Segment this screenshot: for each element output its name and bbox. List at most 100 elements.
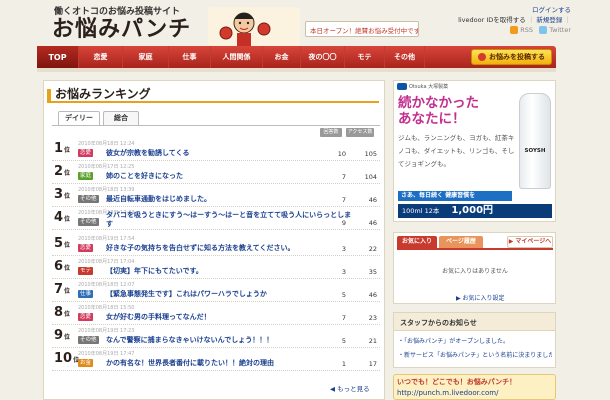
livedoor-id-text[interactable]: livedoor IDを取得する bbox=[458, 16, 526, 24]
ranking-row[interactable]: 10位 2010年08月19日 17:47 お金 かの有名な！世界長者番付に載りたい！… bbox=[52, 348, 380, 371]
post-title-link[interactable]: かの有名な！世界長者番付に載りたい！！絶対の理由 bbox=[106, 358, 348, 368]
ranking-row[interactable]: 2位 2010年08月17日 12:25 家庭 姉のことを好きになった 7 104 bbox=[52, 161, 380, 184]
tab-total[interactable]: 総合 bbox=[103, 111, 139, 125]
ranking-row[interactable]: 7位 2010年08月18日 12:07 仕事 【緊急事態発生です】これはパワーハラで… bbox=[52, 279, 380, 302]
rank-number: 8位 bbox=[54, 305, 71, 320]
comment-count: 7 bbox=[341, 196, 346, 204]
ranking-row[interactable]: 5位 2010年08月19日 17:54 恋愛 好きな子の気持ちを告白せずに知る方法を… bbox=[52, 233, 380, 256]
separator: ｜ bbox=[527, 16, 535, 24]
rank-number: 6位 bbox=[54, 259, 71, 274]
nav-item-money[interactable]: お金 bbox=[263, 46, 301, 68]
tab-favorites[interactable]: お気に入り bbox=[397, 236, 437, 248]
column-header-access: アクセス数 bbox=[346, 128, 374, 137]
site-logo[interactable]: お悩みパンチ bbox=[52, 17, 191, 43]
nav-item-relationships[interactable]: 人間関係 bbox=[211, 46, 263, 68]
rank-number: 1位 bbox=[54, 141, 71, 156]
comment-count: 7 bbox=[341, 314, 346, 322]
category-badge[interactable]: その他 bbox=[78, 336, 99, 344]
category-badge[interactable]: 家庭 bbox=[78, 172, 94, 180]
category-badge[interactable]: 恋愛 bbox=[78, 244, 94, 252]
favorites-settings-label: お気に入り設定 bbox=[462, 295, 505, 302]
arrow-right-icon: ▶ bbox=[508, 238, 514, 245]
post-icon bbox=[478, 53, 486, 61]
comment-count: 9 bbox=[341, 219, 346, 227]
post-title-link[interactable]: 【緊急事態発生です】これはパワーハラでしょうか bbox=[106, 289, 348, 299]
comment-count: 3 bbox=[341, 268, 346, 276]
nav-item-popularity[interactable]: モテ bbox=[345, 46, 385, 68]
mypage-button[interactable]: ▶ マイページへ bbox=[507, 236, 553, 248]
nav-item-work[interactable]: 仕事 bbox=[169, 46, 211, 68]
rank-number: 7位 bbox=[54, 282, 71, 297]
rank-number: 2位 bbox=[54, 164, 71, 179]
post-title-link[interactable]: 【切実】年下にもてたいです。 bbox=[106, 266, 348, 276]
post-date: 2010年08月18日 15:50 bbox=[78, 305, 135, 311]
access-count: 46 bbox=[368, 291, 377, 299]
favorites-settings-link[interactable]: ▶ お気に入り設定 bbox=[456, 293, 505, 302]
tab-daily[interactable]: デイリー bbox=[58, 111, 100, 125]
post-title-link[interactable]: なんで警察に捕まらなきゃいけないんでしょう！！！ bbox=[106, 335, 348, 345]
main-nav: TOP 恋愛 家庭 仕事 人間関係 お金 夜の〇〇 モテ その他 お悩みを投稿す… bbox=[37, 46, 556, 68]
nav-item-family[interactable]: 家庭 bbox=[123, 46, 169, 68]
comment-count: 5 bbox=[341, 337, 346, 345]
staff-notice-item[interactable]: ・「お悩みパンチ」がオープンしました。 bbox=[398, 336, 552, 345]
post-title-link[interactable]: 姉のことを好きになった bbox=[106, 171, 348, 181]
ad-price: 1,000円 bbox=[451, 205, 494, 216]
rank-number: 10位 bbox=[54, 351, 80, 366]
comment-count: 7 bbox=[341, 173, 346, 181]
rss-icon[interactable] bbox=[510, 26, 519, 34]
tab-page-history[interactable]: ページ履歴 bbox=[439, 236, 483, 248]
ad-brand-text: Otsuka 大塚製薬 bbox=[409, 84, 449, 90]
category-badge[interactable]: 仕事 bbox=[78, 290, 94, 298]
favorites-tab-line bbox=[397, 248, 553, 250]
ranking-row[interactable]: 8位 2010年08月18日 15:50 恋愛 女が好む男の手料理ってなんだ！ 7 23 bbox=[52, 302, 380, 325]
ranking-row[interactable]: 4位 2010年08月18日 17:43 その他 タバコを吸うときにすう〜はーすう〜は… bbox=[52, 207, 380, 230]
access-count: 22 bbox=[368, 245, 377, 253]
twitter-link[interactable]: Twitter bbox=[549, 26, 571, 34]
comment-count: 1 bbox=[341, 360, 346, 368]
nav-item-love[interactable]: 恋愛 bbox=[79, 46, 123, 68]
ranking-row[interactable]: 6位 2010年08月17日 17:04 モテ 【切実】年下にもてたいです。 3 35 bbox=[52, 256, 380, 279]
twitter-icon[interactable] bbox=[539, 26, 548, 34]
favorites-empty-text: お気に入りはありません bbox=[442, 268, 508, 275]
category-badge[interactable]: その他 bbox=[78, 195, 99, 203]
access-count: 35 bbox=[368, 268, 377, 276]
rank-number: 3位 bbox=[54, 187, 71, 202]
ranking-title-text: お悩みランキング bbox=[55, 87, 151, 101]
post-title-link[interactable]: 彼女が宗教を勧誘してくる bbox=[106, 148, 348, 158]
tab-baseline bbox=[52, 125, 380, 126]
mobile-url[interactable]: http://punch.m.livedoor.com/ bbox=[397, 389, 498, 397]
ranking-row[interactable]: 1位 2010年08月18日 12:24 恋愛 彼女が宗教を勧誘してくる 10 105 bbox=[52, 138, 380, 161]
category-badge[interactable]: 恋愛 bbox=[78, 149, 94, 157]
arrow-left-icon: ◀ bbox=[330, 385, 335, 393]
category-badge[interactable]: 恋愛 bbox=[78, 313, 94, 321]
product-name: SOYSH bbox=[524, 148, 546, 154]
category-badge[interactable]: モテ bbox=[78, 267, 94, 275]
nav-shadow bbox=[37, 68, 556, 72]
ranking-row[interactable]: 9位 2010年08月19日 17:23 その他 なんで警察に捕まらなきゃいけないんで… bbox=[52, 325, 380, 348]
more-link[interactable]: ◀ もっと見る bbox=[330, 383, 370, 393]
login-link[interactable]: ログインする bbox=[532, 4, 571, 14]
post-date: 2010年08月17日 12:25 bbox=[78, 164, 135, 170]
post-title-link[interactable]: 女が好む男の手料理ってなんだ！ bbox=[106, 312, 348, 322]
post-date: 2010年08月18日 12:07 bbox=[78, 282, 135, 288]
comment-count: 3 bbox=[341, 245, 346, 253]
staff-notice-item[interactable]: ・新サービス「お悩みパンチ」という名前に決まりました bbox=[398, 350, 552, 359]
post-title-link[interactable]: 最近自転車通勤をはじめました。 bbox=[106, 194, 348, 204]
register-link[interactable]: 新規登録 bbox=[536, 16, 562, 24]
social-row: RSS Twitter bbox=[510, 26, 571, 34]
rss-link[interactable]: RSS bbox=[520, 26, 533, 34]
post-worry-label: お悩みを投稿する bbox=[489, 53, 545, 61]
livedoor-row: livedoor IDを取得する ｜ 新規登録 ｜ bbox=[458, 14, 571, 24]
ad-brand: Otsuka 大塚製薬 bbox=[397, 83, 448, 90]
nav-item-other[interactable]: その他 bbox=[385, 46, 425, 68]
post-date: 2010年08月17日 17:04 bbox=[78, 259, 135, 265]
post-title-link[interactable]: 好きな子の気持ちを告白せずに知る方法を教えてください。 bbox=[106, 243, 348, 253]
nav-item-top[interactable]: TOP bbox=[37, 46, 79, 68]
nav-item-night[interactable]: 夜の〇〇 bbox=[301, 46, 345, 68]
post-worry-button[interactable]: お悩みを投稿する bbox=[471, 49, 552, 65]
category-badge[interactable]: お金 bbox=[78, 359, 94, 367]
category-badge[interactable]: その他 bbox=[78, 218, 99, 226]
separator: ｜ bbox=[564, 16, 572, 24]
announcement-bubble: 本日オープン！絶賛お悩み受付中です。 bbox=[305, 21, 419, 37]
ranking-row[interactable]: 3位 2010年08月18日 13:39 その他 最近自転車通勤をはじめました。 7 46 bbox=[52, 184, 380, 207]
